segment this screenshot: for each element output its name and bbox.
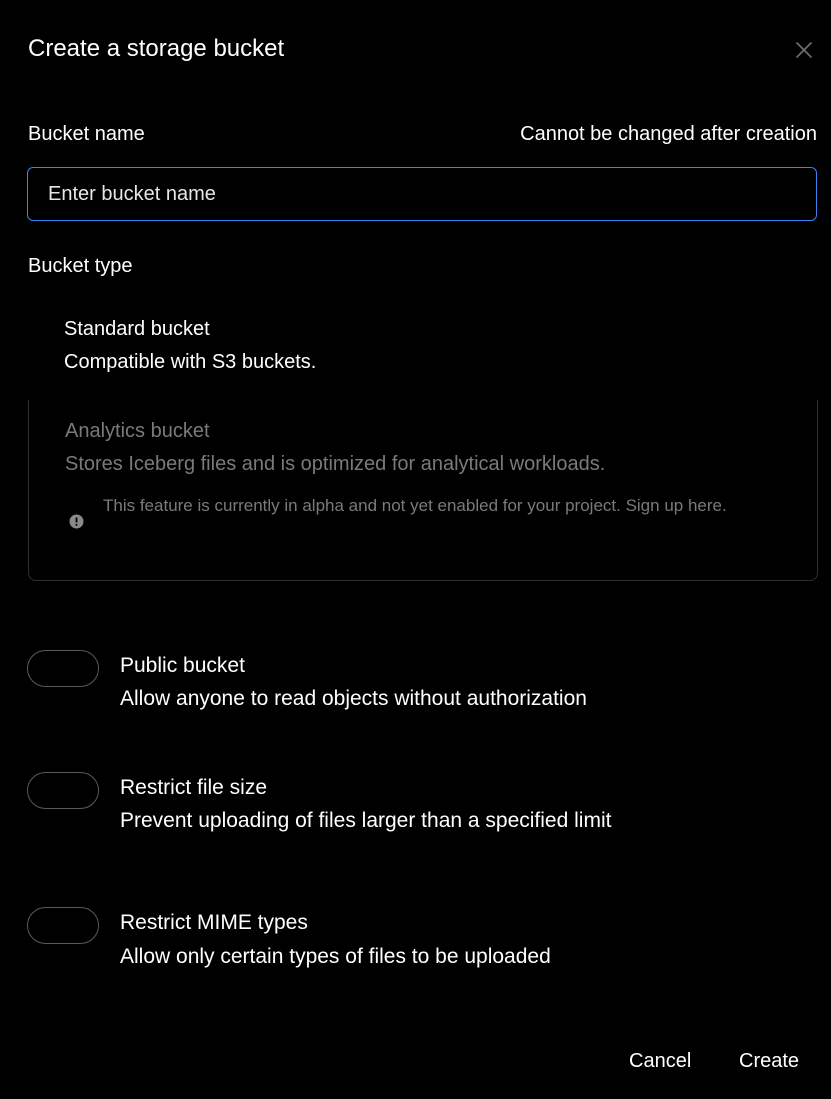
alert-circle-icon — [69, 514, 84, 529]
setting-description: Allow anyone to read objects without aut… — [120, 687, 587, 710]
restrict-file-size-toggle[interactable] — [27, 772, 99, 809]
create-bucket-dialog: Create a storage bucket Bucket name Cann… — [0, 0, 831, 1099]
alpha-note[interactable]: This feature is currently in alpha and n… — [103, 492, 783, 519]
setting-title: Restrict file size — [120, 776, 268, 799]
setting-description: Allow only certain types of files to be … — [120, 945, 551, 968]
dialog-title: Create a storage bucket — [28, 35, 285, 62]
bucket-name-input[interactable] — [27, 167, 817, 221]
option-title: Analytics bucket — [65, 420, 210, 442]
cancel-button[interactable]: Cancel — [629, 1046, 691, 1076]
restrict-mime-types-toggle[interactable] — [27, 907, 99, 944]
bucket-type-option-standard[interactable]: Standard bucket Compatible with S3 bucke… — [28, 300, 818, 400]
setting-description: Prevent uploading of files larger than a… — [120, 809, 612, 832]
create-button[interactable]: Create — [739, 1046, 799, 1076]
close-icon[interactable] — [792, 38, 816, 62]
bucket-name-label: Bucket name — [28, 123, 145, 145]
option-description: Stores Iceberg files and is optimized fo… — [65, 453, 606, 475]
setting-title: Public bucket — [120, 654, 245, 677]
setting-title: Restrict MIME types — [120, 911, 308, 934]
option-title: Standard bucket — [64, 318, 210, 340]
public-bucket-toggle[interactable] — [27, 650, 99, 687]
bucket-type-option-analytics: Analytics bucket Stores Iceberg files an… — [28, 400, 818, 581]
bucket-type-label: Bucket type — [28, 255, 133, 277]
bucket-name-hint: Cannot be changed after creation — [520, 123, 817, 145]
option-description: Compatible with S3 buckets. — [64, 351, 317, 373]
